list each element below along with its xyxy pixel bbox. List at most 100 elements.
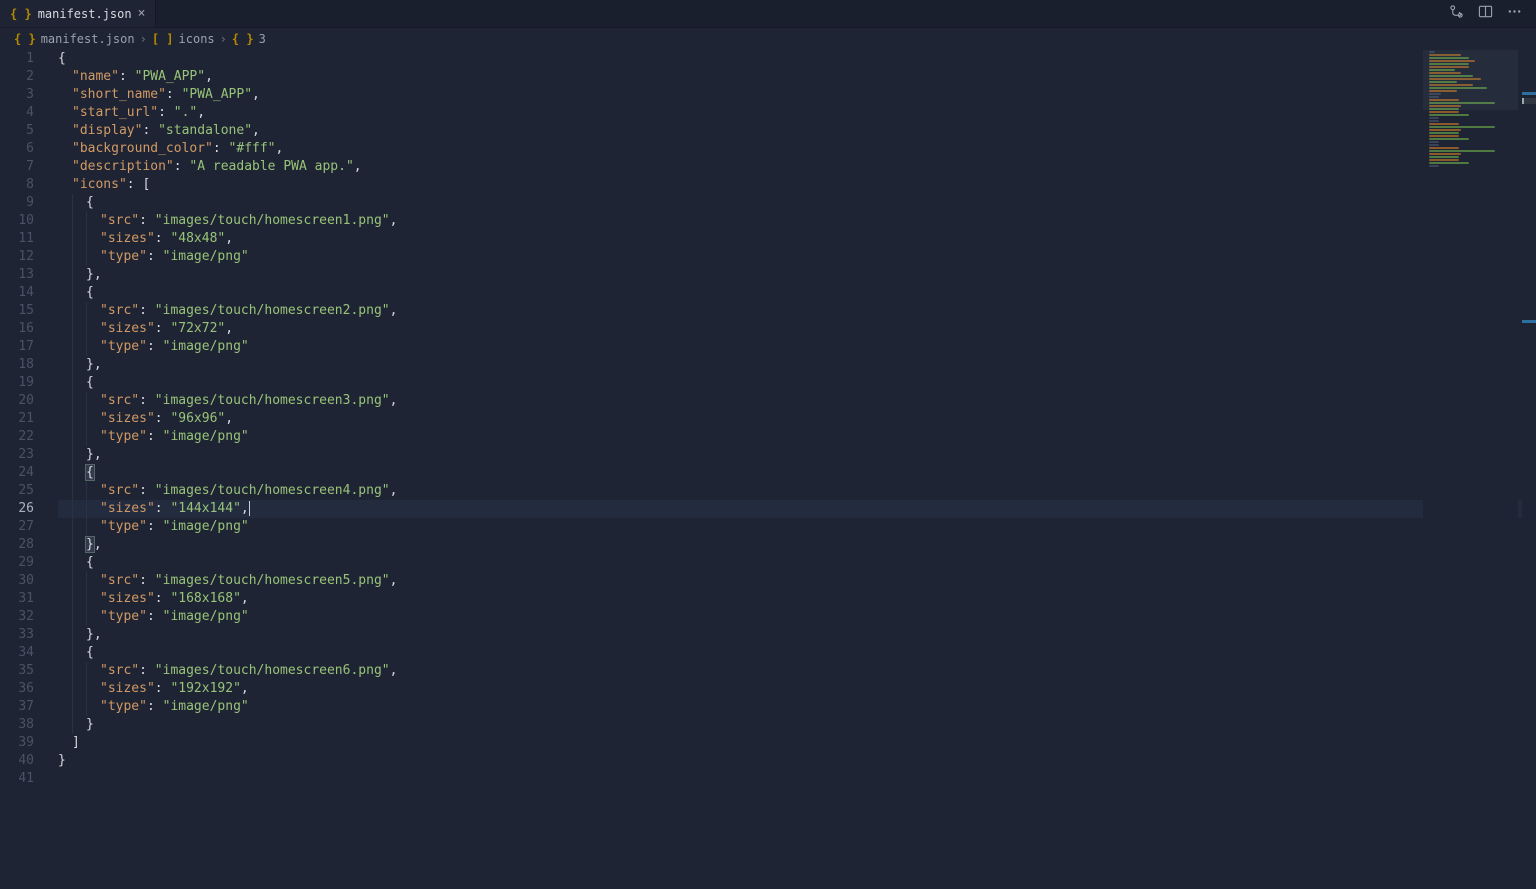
code-line[interactable] (58, 770, 1536, 788)
line-number: 28 (0, 536, 34, 554)
code-line[interactable]: "src": "images/touch/homescreen2.png", (58, 302, 1536, 320)
code-line[interactable]: { (58, 464, 1536, 482)
code-line[interactable]: "display": "standalone", (58, 122, 1536, 140)
code-line[interactable]: "src": "images/touch/homescreen3.png", (58, 392, 1536, 410)
code-line[interactable]: "src": "images/touch/homescreen5.png", (58, 572, 1536, 590)
json-key: "type" (100, 339, 147, 354)
code-line[interactable]: "sizes": "144x144", (58, 500, 1536, 518)
json-key: "type" (100, 699, 147, 714)
chevron-right-icon: › (220, 32, 227, 46)
code-line[interactable]: "type": "image/png" (58, 608, 1536, 626)
code-line[interactable]: }, (58, 446, 1536, 464)
code-line[interactable]: } (58, 716, 1536, 734)
code-line[interactable]: }, (58, 266, 1536, 284)
scrollbar[interactable] (1522, 50, 1536, 889)
line-number: 36 (0, 680, 34, 698)
json-key: "src" (100, 483, 139, 498)
punctuation: , (225, 231, 233, 246)
code-line[interactable]: "start_url": ".", (58, 104, 1536, 122)
json-key: "type" (100, 609, 147, 624)
punctuation: , (241, 591, 249, 606)
line-number: 21 (0, 410, 34, 428)
json-string: "72x72" (170, 321, 225, 336)
json-string: "." (174, 105, 197, 120)
code-line[interactable]: }, (58, 626, 1536, 644)
code-line[interactable]: "icons": [ (58, 176, 1536, 194)
line-number: 18 (0, 356, 34, 374)
punctuation: , (94, 357, 102, 372)
code-line[interactable]: { (58, 374, 1536, 392)
breadcrumb-key-icons[interactable]: icons (179, 32, 215, 46)
punctuation: : (155, 591, 171, 606)
json-key: "src" (100, 303, 139, 318)
line-number: 1 (0, 50, 34, 68)
code-line[interactable]: "sizes": "192x192", (58, 680, 1536, 698)
code-line[interactable]: "src": "images/touch/homescreen6.png", (58, 662, 1536, 680)
minimap-line (1429, 162, 1469, 164)
code-line[interactable]: "src": "images/touch/homescreen1.png", (58, 212, 1536, 230)
punctuation: , (390, 213, 398, 228)
punctuation: { (86, 285, 94, 300)
line-number: 35 (0, 662, 34, 680)
editor[interactable]: 1234567891011121314151617181920212223242… (0, 50, 1536, 889)
code-line[interactable]: } (58, 752, 1536, 770)
code-line[interactable]: "sizes": "96x96", (58, 410, 1536, 428)
punctuation: : (139, 213, 155, 228)
code-line[interactable]: "name": "PWA_APP", (58, 68, 1536, 86)
code-line[interactable]: }, (58, 536, 1536, 554)
code-line[interactable]: "sizes": "72x72", (58, 320, 1536, 338)
punctuation: } (58, 753, 66, 768)
punctuation: ] (72, 735, 80, 750)
line-number: 38 (0, 716, 34, 734)
minimap-viewport[interactable] (1423, 50, 1518, 110)
scroll-cursor-marker (1522, 98, 1536, 104)
punctuation: , (390, 663, 398, 678)
tab-manifest-json[interactable]: { } manifest.json × (0, 0, 156, 27)
compare-changes-icon[interactable] (1449, 4, 1464, 23)
code-line[interactable]: { (58, 194, 1536, 212)
code-line[interactable]: "type": "image/png" (58, 518, 1536, 536)
code-line[interactable]: { (58, 284, 1536, 302)
json-key: "sizes" (100, 231, 155, 246)
code-line[interactable]: "sizes": "168x168", (58, 590, 1536, 608)
code-line[interactable]: "type": "image/png" (58, 428, 1536, 446)
more-actions-icon[interactable] (1507, 4, 1522, 23)
code-area[interactable]: {"name": "PWA_APP","short_name": "PWA_AP… (48, 50, 1536, 889)
punctuation: : (155, 231, 171, 246)
line-number: 25 (0, 482, 34, 500)
minimap[interactable] (1423, 50, 1518, 889)
punctuation: : (155, 681, 171, 696)
code-line[interactable]: "description": "A readable PWA app.", (58, 158, 1536, 176)
code-line[interactable]: { (58, 50, 1536, 68)
tab-bar: { } manifest.json × (0, 0, 1536, 28)
json-string: "image/png" (163, 339, 249, 354)
code-line[interactable]: { (58, 644, 1536, 662)
code-line[interactable]: "type": "image/png" (58, 698, 1536, 716)
code-line[interactable]: "type": "image/png" (58, 248, 1536, 266)
punctuation: { (86, 645, 94, 660)
breadcrumb-file[interactable]: manifest.json (41, 32, 135, 46)
code-line[interactable]: "short_name": "PWA_APP", (58, 86, 1536, 104)
punctuation: : (139, 393, 155, 408)
code-line[interactable]: }, (58, 356, 1536, 374)
minimap-line (1429, 153, 1461, 155)
line-number: 16 (0, 320, 34, 338)
breadcrumb[interactable]: { } manifest.json › [ ] icons › { } 3 (0, 28, 1536, 50)
line-number: 32 (0, 608, 34, 626)
line-number: 22 (0, 428, 34, 446)
code-line[interactable]: ] (58, 734, 1536, 752)
code-line[interactable]: "type": "image/png" (58, 338, 1536, 356)
code-line[interactable]: "sizes": "48x48", (58, 230, 1536, 248)
code-line[interactable]: { (58, 554, 1536, 572)
json-string: "PWA_APP" (182, 87, 252, 102)
punctuation: : (155, 411, 171, 426)
code-line[interactable]: "src": "images/touch/homescreen4.png", (58, 482, 1536, 500)
line-number: 6 (0, 140, 34, 158)
punctuation: : (139, 663, 155, 678)
close-icon[interactable]: × (138, 7, 146, 20)
code-line[interactable]: "background_color": "#fff", (58, 140, 1536, 158)
breadcrumb-index[interactable]: 3 (259, 32, 266, 46)
line-number-gutter: 1234567891011121314151617181920212223242… (0, 50, 48, 889)
punctuation: [ (142, 177, 150, 192)
split-editor-icon[interactable] (1478, 4, 1493, 23)
